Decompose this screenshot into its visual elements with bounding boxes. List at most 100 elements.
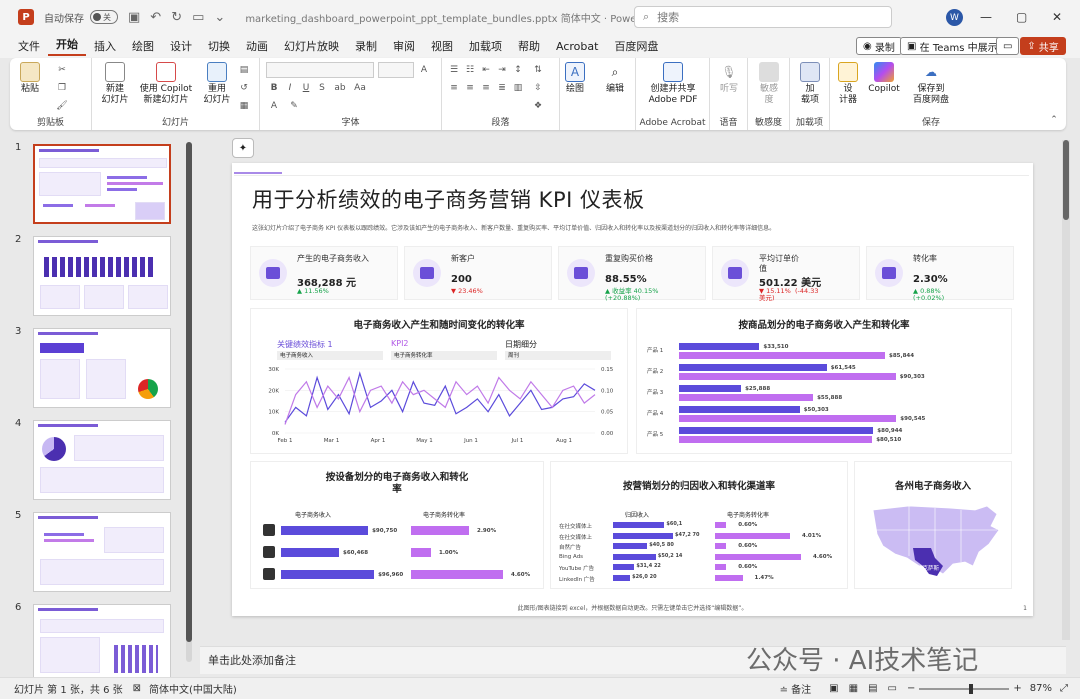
zoom-out-icon[interactable]: − <box>907 683 915 694</box>
zoom-slider[interactable] <box>919 683 1010 694</box>
notes-toggle[interactable]: ≐ 备注 <box>780 681 812 696</box>
fit-slide-icon[interactable]: ⤢ <box>1060 683 1068 694</box>
customize-qa-icon[interactable]: ⌄ <box>214 10 225 25</box>
period-select[interactable]: 周刊 <box>505 351 611 360</box>
drawing-button[interactable]: A 绘图 <box>562 62 588 95</box>
copilot-new-slide-button[interactable]: 使用 Copilot 新建幻灯片 <box>136 62 196 106</box>
device-revenue-panel[interactable]: 按设备划分的电子商务收入和转化 率 电子商务收入 电子商务转化率 $90,750… <box>250 461 544 589</box>
slide-thumbnail-6[interactable] <box>33 604 171 684</box>
tab-review[interactable]: 审阅 <box>385 38 423 54</box>
tab-baidu[interactable]: 百度网盘 <box>606 38 666 54</box>
share-button[interactable]: ⇪ 共享 <box>1020 37 1066 55</box>
state-revenue-panel[interactable]: 各州电子商务收入 德克萨斯 <box>854 461 1012 589</box>
present-icon[interactable]: ▭ <box>192 10 204 25</box>
kpi-card-new-customers[interactable]: 新客户 200 ▼ 23.46% <box>404 246 552 300</box>
new-slide-button[interactable]: 新建 幻灯片 <box>98 62 132 106</box>
ribbon-collapse-icon[interactable]: ⌃ <box>1048 114 1060 126</box>
align-center-icon[interactable]: ≡ <box>464 82 476 94</box>
normal-view-icon[interactable]: ▣ <box>829 683 838 694</box>
text-direction-icon[interactable]: ⇅ <box>532 64 544 76</box>
tab-design[interactable]: 设计 <box>162 38 200 54</box>
designer-button[interactable]: 设 计器 <box>834 62 862 106</box>
tab-addins[interactable]: 加载项 <box>461 38 510 54</box>
format-painter-icon[interactable]: 🖌 <box>56 100 68 112</box>
avatar[interactable]: W <box>946 9 963 26</box>
tab-insert[interactable]: 插入 <box>86 38 124 54</box>
change-case-icon[interactable]: Aa <box>354 82 366 94</box>
indent-increase-icon[interactable]: ⇥ <box>496 64 508 76</box>
channel-revenue-panel[interactable]: 按营销划分的归因收入和转化渠道率 归因收入 电子商务转化率 在社交媒体上 $60,… <box>550 461 848 589</box>
language-status[interactable]: 简体中文(中国大陆) <box>149 681 237 696</box>
tab-animations[interactable]: 动画 <box>238 38 276 54</box>
comments-button[interactable]: ▭ <box>996 37 1020 55</box>
present-in-teams-button[interactable]: ▣ 在 Teams 中展示 <box>900 37 1005 55</box>
italic-icon[interactable]: I <box>284 82 296 94</box>
tab-acrobat[interactable]: Acrobat <box>548 40 606 53</box>
tab-record[interactable]: 录制 <box>347 38 385 54</box>
sorter-view-icon[interactable]: ▦ <box>849 683 858 694</box>
font-size-select[interactable] <box>378 62 414 78</box>
tab-help[interactable]: 帮助 <box>510 38 548 54</box>
section-icon[interactable]: ▦ <box>238 100 250 112</box>
save-baidu-button[interactable]: ☁ 保存到 百度网盘 <box>908 62 954 106</box>
numbering-icon[interactable]: ☷ <box>464 64 476 76</box>
reuse-slides-button[interactable]: 重用 幻灯片 <box>200 62 234 106</box>
kpi-card-revenue[interactable]: 产生的电子商务收入 368,288 元 ▲ 11.56% <box>250 246 398 300</box>
record-button[interactable]: ◉ 录制 <box>856 37 902 55</box>
align-right-icon[interactable]: ≡ <box>480 82 492 94</box>
undo-icon[interactable]: ↶ <box>150 10 161 25</box>
kpi2-select[interactable]: 电子商务转化率 <box>391 351 497 360</box>
indent-decrease-icon[interactable]: ⇤ <box>480 64 492 76</box>
create-pdf-button[interactable]: 创建并共享 Adobe PDF <box>640 62 706 106</box>
font-color-icon[interactable]: A <box>268 100 280 112</box>
tab-view[interactable]: 视图 <box>423 38 461 54</box>
tab-transitions[interactable]: 切换 <box>200 38 238 54</box>
justify-icon[interactable]: ≣ <box>496 82 508 94</box>
char-spacing-icon[interactable]: ab <box>334 82 346 94</box>
slide-thumbnail-2[interactable] <box>33 236 171 316</box>
grow-font-icon[interactable]: A <box>418 64 430 76</box>
bold-icon[interactable]: B <box>268 82 280 94</box>
minimize-icon[interactable]: — <box>980 10 992 24</box>
maximize-icon[interactable]: ▢ <box>1016 10 1027 24</box>
font-family-select[interactable] <box>266 62 374 78</box>
zoom-slider-thumb[interactable] <box>969 683 974 694</box>
tab-home[interactable]: 开始 <box>48 36 86 56</box>
autosave-toggle[interactable]: 关 <box>90 10 118 24</box>
kpi-card-repeat-purchase[interactable]: 重复购买价格 88.55% ▲ 收益率 40.15% (+20.88%) <box>558 246 706 302</box>
editing-button[interactable]: ⌕ 编辑 <box>600 62 630 95</box>
tab-slideshow[interactable]: 幻灯片放映 <box>276 38 347 54</box>
tab-file[interactable]: 文件 <box>10 38 48 54</box>
underline-icon[interactable]: U <box>300 82 312 94</box>
kpi-card-conversion[interactable]: 转化率 2.30% ▲ 0.88% (+0.02%) <box>866 246 1014 302</box>
dictate-button[interactable]: 🎙 听写 <box>716 62 742 95</box>
slide-thumbnail-4[interactable] <box>33 420 171 500</box>
zoom-in-icon[interactable]: + <box>1013 683 1021 694</box>
close-icon[interactable]: ✕ <box>1052 10 1062 24</box>
slide-thumbnail-3[interactable] <box>33 328 171 408</box>
slide-canvas[interactable]: 用于分析绩效的电子商务营销 KPI 仪表板 这张幻灯片介绍了电子商务 KPI 仪… <box>232 163 1033 616</box>
search-box[interactable]: ⌕ 搜索 <box>634 6 892 28</box>
copilot-button[interactable]: Copilot <box>864 62 904 95</box>
revenue-trend-panel[interactable]: 电子商务收入产生和随时间变化的转化率 关键绩效指标 1 KPI2 日期细分 电子… <box>250 308 628 454</box>
addins-button[interactable]: 加 载项 <box>796 62 824 106</box>
kpi1-select[interactable]: 电子商务收入 <box>277 351 383 360</box>
thumbnail-scrollbar[interactable] <box>186 142 192 642</box>
accessibility-icon[interactable]: ⊠ <box>133 683 141 694</box>
strikethrough-icon[interactable]: S <box>316 82 328 94</box>
kpi-card-avg-order[interactable]: 平均订单价 值 501.22 美元 ▼ 15.11% (-44.33 美元) <box>712 246 860 302</box>
redo-icon[interactable]: ↻ <box>171 10 182 25</box>
reset-icon[interactable]: ↺ <box>238 82 250 94</box>
zoom-level[interactable]: 87% <box>1030 683 1052 694</box>
copy-icon[interactable]: ❐ <box>56 82 68 94</box>
cut-icon[interactable]: ✂ <box>56 64 68 76</box>
layout-icon[interactable]: ▤ <box>238 64 250 76</box>
bullets-icon[interactable]: ☰ <box>448 64 460 76</box>
highlight-icon[interactable]: ✎ <box>288 100 300 112</box>
slide-title[interactable]: 用于分析绩效的电子商务营销 KPI 仪表板 <box>252 184 644 214</box>
slide-thumbnail-5[interactable] <box>33 512 171 592</box>
save-icon[interactable]: ▣ <box>128 10 140 25</box>
columns-icon[interactable]: ▥ <box>512 82 524 94</box>
editor-scrollbar[interactable] <box>1063 140 1069 220</box>
sensitivity-button[interactable]: 敏感 度 <box>754 62 784 106</box>
